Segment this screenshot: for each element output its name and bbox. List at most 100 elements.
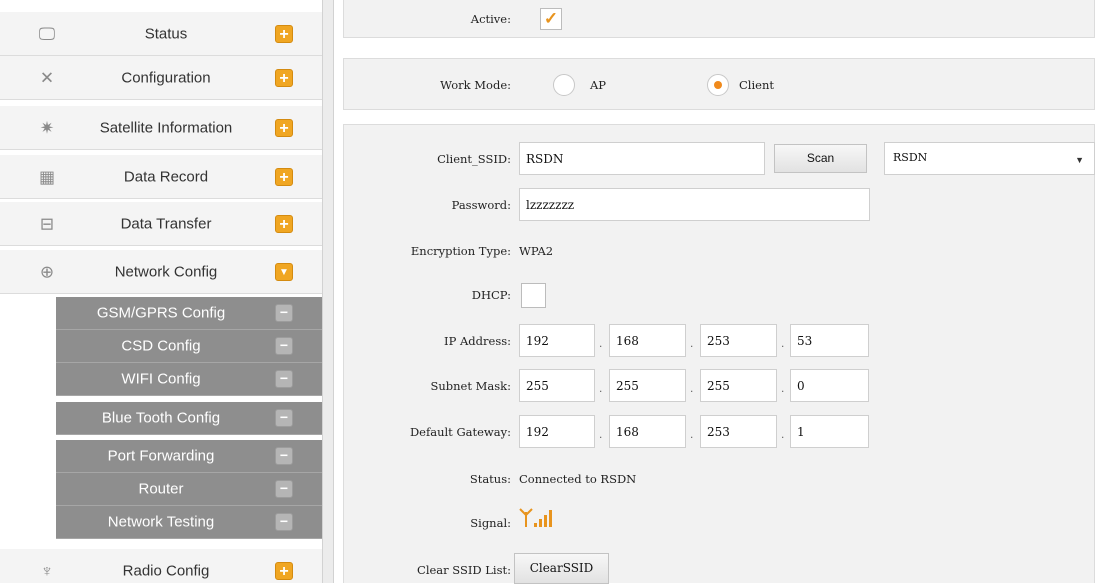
password-input[interactable] xyxy=(519,188,870,221)
monitor-icon: 🖵 xyxy=(38,24,56,43)
connection-status-value: Connected to RSDN xyxy=(519,472,637,486)
clear-ssid-button[interactable]: ClearSSID xyxy=(514,553,609,584)
signal-bar xyxy=(549,510,552,527)
ip-separator: . xyxy=(599,336,603,350)
active-row: Active: ✓ xyxy=(343,0,1095,38)
client-ssid-input[interactable] xyxy=(519,142,765,175)
gateway-separator: . xyxy=(690,427,694,441)
sidebar-subitem-gsm-gprs-config[interactable]: GSM/GPRS Config − xyxy=(56,297,322,330)
sidebar-splitter[interactable] xyxy=(322,0,334,583)
sidebar-item-configuration[interactable]: ✕ Configuration + xyxy=(0,56,322,100)
ip-octet-4-input[interactable] xyxy=(790,324,869,357)
minus-icon[interactable]: − xyxy=(275,480,293,498)
sidebar-item-status[interactable]: 🖵 Status + xyxy=(0,12,322,56)
status-label: Status: xyxy=(469,472,511,486)
sidebar-subitem-label: Blue Tooth Config xyxy=(101,409,221,427)
work-mode-label: Work Mode: xyxy=(440,78,511,92)
gateway-octet-3-input[interactable] xyxy=(700,415,777,448)
tools-icon: ✕ xyxy=(39,68,55,87)
subnet-separator: . xyxy=(599,381,603,395)
sidebar-subitem-network-testing[interactable]: Network Testing − xyxy=(56,506,322,539)
minus-icon[interactable]: − xyxy=(275,447,293,465)
wifi-config-content: Active: ✓ Work Mode: AP Client Client_SS… xyxy=(334,0,1095,584)
encryption-type-label: Encryption Type: xyxy=(410,244,511,258)
mode-client-label: Client xyxy=(739,78,774,92)
sidebar-subitem-label: CSD Config xyxy=(121,337,201,355)
signal-bar xyxy=(539,519,542,527)
sidebar: 🖵 Status + ✕ Configuration + ✷ Satellite… xyxy=(0,0,322,583)
gateway-octet-2-input[interactable] xyxy=(609,415,686,448)
work-mode-row: Work Mode: AP Client xyxy=(343,58,1095,110)
signal-bar xyxy=(534,523,537,527)
scan-button[interactable]: Scan xyxy=(774,144,867,173)
mode-client-radio[interactable] xyxy=(707,74,729,96)
minus-icon[interactable]: − xyxy=(275,370,293,388)
subnet-separator: . xyxy=(690,381,694,395)
chevron-down-icon: ▼ xyxy=(1075,155,1084,165)
sidebar-item-label: Radio Config xyxy=(122,562,210,579)
subnet-mask-label: Subnet Mask: xyxy=(430,379,511,393)
ip-octet-1-input[interactable] xyxy=(519,324,595,357)
sidebar-item-label: Configuration xyxy=(121,69,211,86)
sidebar-subitem-label: Network Testing xyxy=(107,513,215,531)
gateway-separator: . xyxy=(599,427,603,441)
sidebar-subitem-wifi-config[interactable]: WIFI Config − xyxy=(56,363,322,396)
sidebar-item-network-config[interactable]: ⊕ Network Config ▼ xyxy=(0,250,322,294)
minus-icon[interactable]: − xyxy=(275,304,293,322)
ssid-dropdown[interactable]: RSDN ▼ xyxy=(884,142,1095,175)
ssid-dropdown-value: RSDN xyxy=(893,151,928,164)
radio-antenna-icon: ♆ xyxy=(40,561,54,580)
expand-plus-icon[interactable]: + xyxy=(275,167,293,186)
signal-strength-icon xyxy=(519,506,565,535)
expand-plus-icon[interactable]: + xyxy=(275,68,293,87)
ip-separator: . xyxy=(690,336,694,350)
mode-ap-radio[interactable] xyxy=(553,74,575,96)
encryption-type-value: WPA2 xyxy=(519,244,554,258)
ip-address-label: IP Address: xyxy=(444,334,511,348)
sidebar-item-data-record[interactable]: ▦ Data Record + xyxy=(0,155,322,199)
minus-icon[interactable]: − xyxy=(275,513,293,531)
sidebar-subitem-label: Router xyxy=(138,480,184,498)
subnet-octet-2-input[interactable] xyxy=(609,369,686,402)
subnet-octet-4-input[interactable] xyxy=(790,369,869,402)
ip-separator: . xyxy=(781,336,785,350)
expand-plus-icon[interactable]: + xyxy=(275,561,293,580)
sidebar-subitem-label: GSM/GPRS Config xyxy=(96,304,226,322)
gateway-octet-4-input[interactable] xyxy=(790,415,869,448)
expand-plus-icon[interactable]: + xyxy=(275,24,293,43)
network-transfer-icon: ⊟ xyxy=(39,214,55,233)
sidebar-subitem-router[interactable]: Router − xyxy=(56,473,322,506)
calendar-icon: ▦ xyxy=(38,167,56,186)
sidebar-item-radio-config[interactable]: ♆ Radio Config + xyxy=(0,549,322,583)
client-ssid-label: Client_SSID: xyxy=(437,152,511,166)
minus-icon[interactable]: − xyxy=(275,337,293,355)
sidebar-item-label: Network Config xyxy=(114,263,218,280)
sidebar-item-label: Satellite Information xyxy=(99,119,233,136)
globe-icon: ⊕ xyxy=(39,262,55,281)
sidebar-subitem-csd-config[interactable]: CSD Config − xyxy=(56,330,322,363)
subnet-octet-1-input[interactable] xyxy=(519,369,595,402)
subnet-separator: . xyxy=(781,381,785,395)
default-gateway-label: Default Gateway: xyxy=(409,425,511,439)
sidebar-subitem-blue-tooth-config[interactable]: Blue Tooth Config − xyxy=(56,402,322,435)
ip-octet-2-input[interactable] xyxy=(609,324,686,357)
sidebar-item-label: Status xyxy=(144,25,188,42)
mode-ap-label: AP xyxy=(590,78,607,92)
dhcp-checkbox[interactable] xyxy=(521,283,546,308)
sidebar-item-satellite-information[interactable]: ✷ Satellite Information + xyxy=(0,106,322,150)
ip-octet-3-input[interactable] xyxy=(700,324,777,357)
checkmark-icon: ✓ xyxy=(543,9,559,28)
minus-icon[interactable]: − xyxy=(275,409,293,427)
expand-plus-icon[interactable]: + xyxy=(275,214,293,233)
radio-selected-dot xyxy=(714,81,722,89)
active-checkbox[interactable]: ✓ xyxy=(540,8,562,30)
sidebar-item-data-transfer[interactable]: ⊟ Data Transfer + xyxy=(0,202,322,246)
sidebar-subitem-port-forwarding[interactable]: Port Forwarding − xyxy=(56,440,322,473)
expand-plus-icon[interactable]: + xyxy=(275,118,293,137)
gateway-separator: . xyxy=(781,427,785,441)
clear-ssid-list-label: Clear SSID List: xyxy=(417,563,511,577)
gateway-octet-1-input[interactable] xyxy=(519,415,595,448)
subnet-octet-3-input[interactable] xyxy=(700,369,777,402)
collapse-chevron-down-icon[interactable]: ▼ xyxy=(275,262,293,281)
sidebar-subitem-label: WIFI Config xyxy=(121,370,201,388)
